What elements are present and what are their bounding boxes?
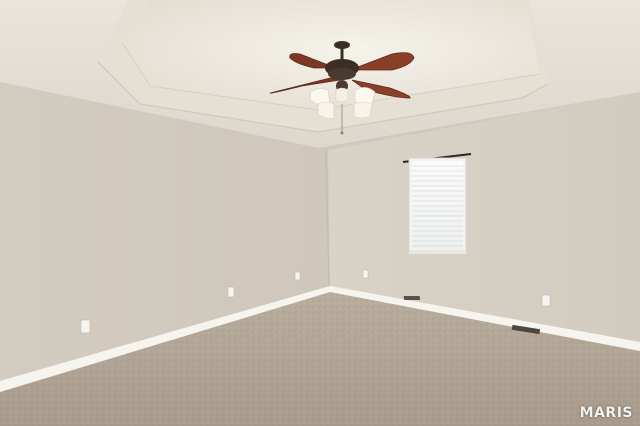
- window-with-blinds: [402, 153, 472, 255]
- fan-light-globe: [353, 101, 373, 119]
- wall-outlet: [294, 271, 301, 281]
- room-illustration: [0, 0, 640, 426]
- maris-watermark: MARIS: [579, 405, 633, 421]
- wall-outlet: [362, 269, 369, 279]
- floor-vent: [403, 296, 421, 300]
- empty-bedroom-photo: MARIS: [0, 0, 640, 426]
- wall-outlet: [227, 286, 235, 298]
- wall-outlet: [541, 294, 551, 307]
- wall-outlet: [80, 319, 91, 334]
